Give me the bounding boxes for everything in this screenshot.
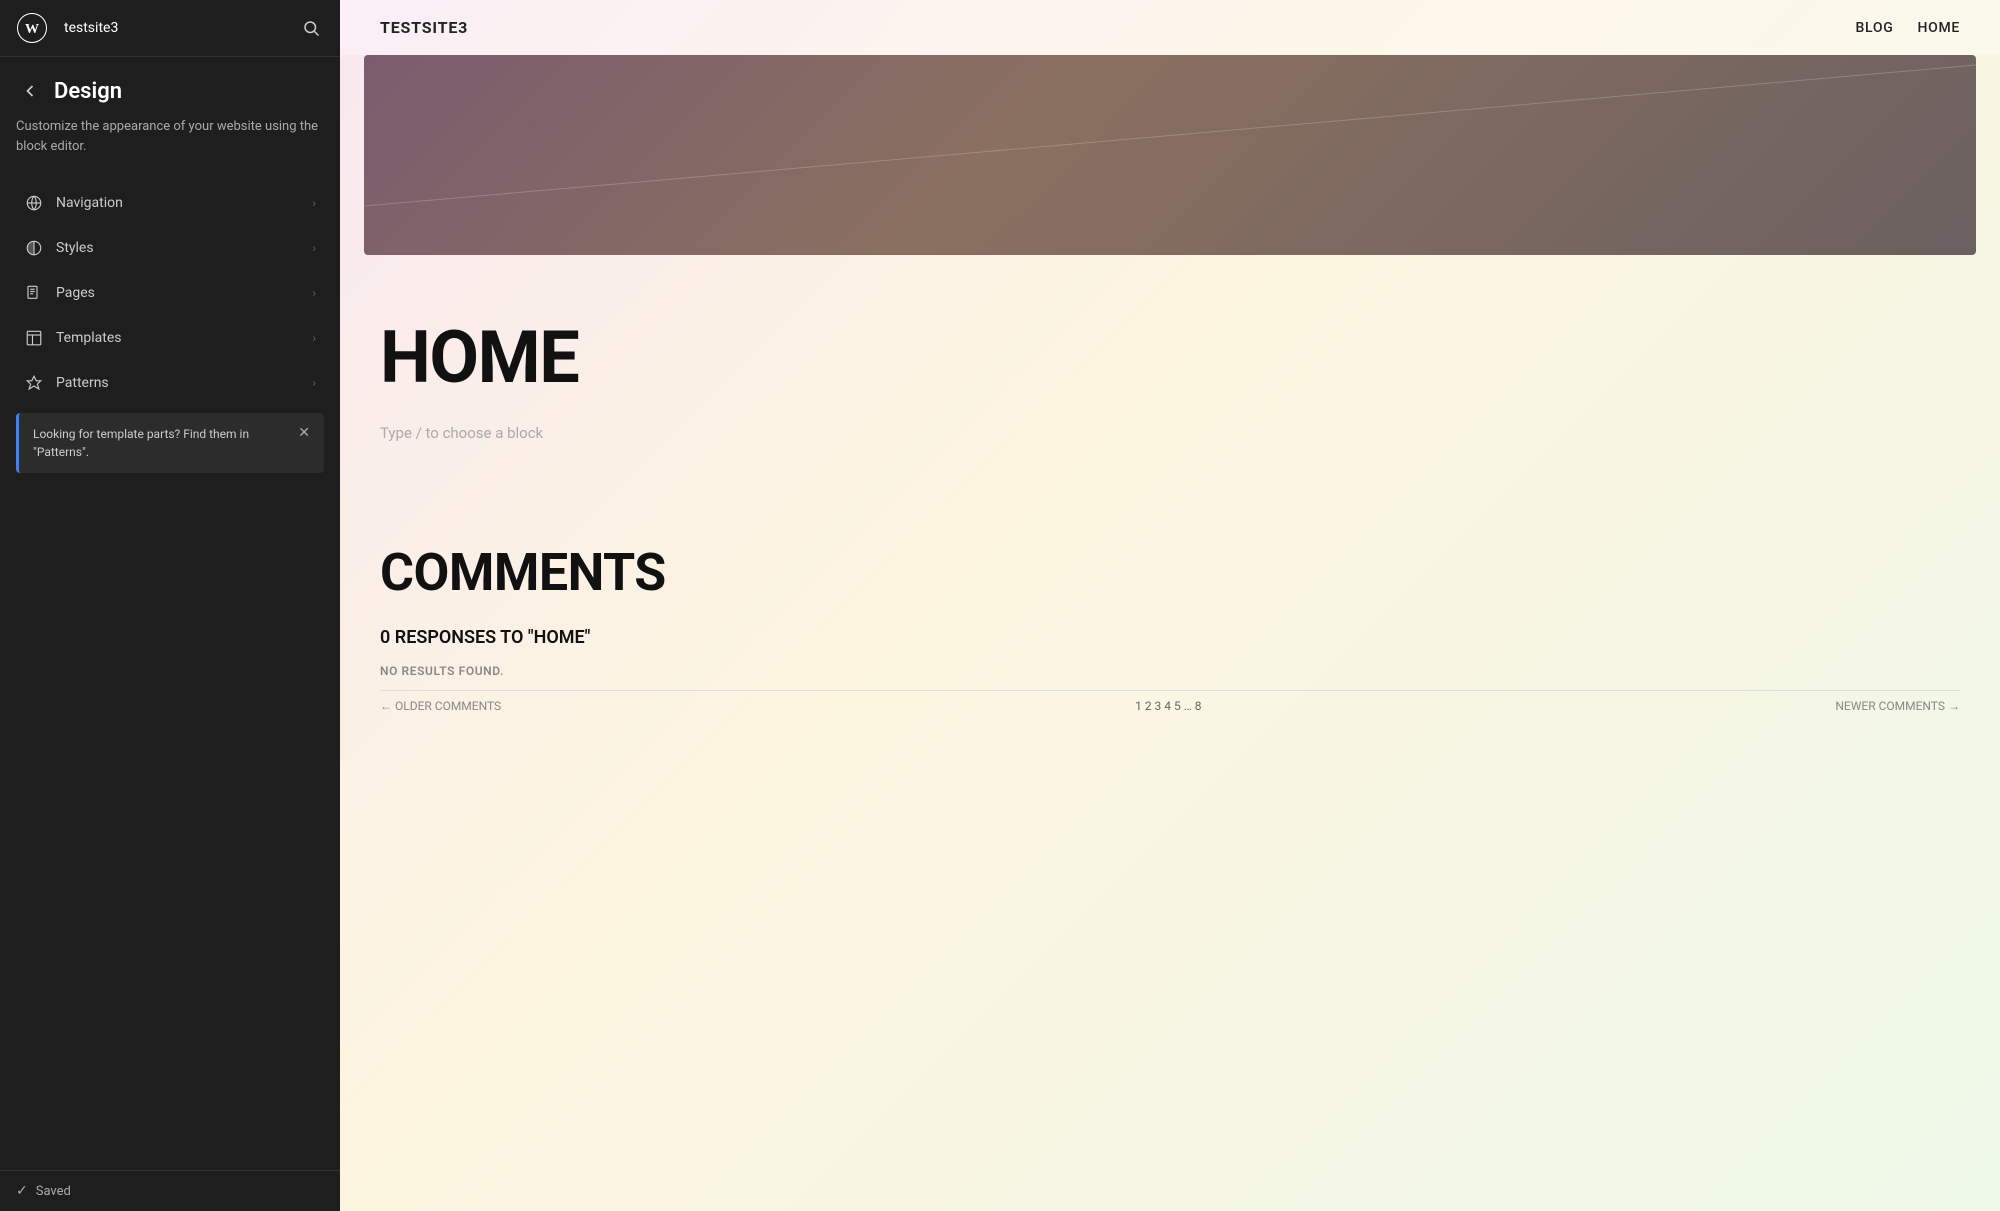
back-button[interactable] [16,77,44,105]
sidebar-item-label: Styles [56,240,94,256]
sidebar-item-label: Templates [56,330,122,346]
nav-link-home[interactable]: HOME [1917,20,1960,36]
pagination-bar: ← OLDER COMMENTS 1 2 3 4 5 … 8 NEWER COM… [380,690,1960,721]
site-nav: BLOG HOME [1856,20,1960,36]
responses-title: 0 RESPONSES TO "HOME" [380,627,1960,648]
chevron-right-icon: › [312,196,316,210]
search-button[interactable] [298,15,324,41]
newer-comments-link[interactable]: NEWER COMMENTS → [1835,699,1960,713]
templates-icon [24,328,44,348]
svg-text:W: W [25,22,39,37]
sidebar-item-label: Navigation [56,195,123,211]
sidebar-item-pages[interactable]: Pages › [8,271,332,315]
sidebar-nav: Navigation › Styles › [0,176,340,1170]
sidebar-footer: ✓ Saved [0,1170,340,1211]
site-logo: TESTSITE3 [380,18,468,37]
sidebar-title: Design [54,79,122,104]
pages-icon [24,283,44,303]
comments-section: COMMENTS 0 RESPONSES TO "HOME" NO RESULT… [340,542,2000,761]
sidebar-item-styles[interactable]: Styles › [8,226,332,270]
sidebar-item-templates[interactable]: Templates › [8,316,332,360]
chevron-right-icon: › [312,286,316,300]
styles-icon [24,238,44,258]
patterns-icon [24,373,44,393]
hero-image [364,55,1976,255]
comments-title: COMMENTS [380,542,1960,603]
block-placeholder: Type / to choose a block [380,424,1960,442]
sidebar-topbar: W testsite3 [0,0,340,57]
nav-link-blog[interactable]: BLOG [1856,20,1894,36]
chevron-right-icon: › [312,376,316,390]
info-banner: Looking for template parts? Find them in… [16,413,324,473]
page-content: HOME Type / to choose a block [340,255,2000,542]
saved-check-icon: ✓ [16,1183,28,1199]
pagination-numbers[interactable]: 1 2 3 4 5 … 8 [1135,699,1201,713]
back-icon [20,81,40,101]
sidebar-item-navigation[interactable]: Navigation › [8,181,332,225]
sidebar-item-label: Pages [56,285,95,301]
info-banner-text: Looking for template parts? Find them in… [33,425,290,461]
site-preview: TESTSITE3 BLOG HOME HOME Type / to choos… [340,0,2000,1211]
info-banner-close-button[interactable]: ✕ [298,425,310,439]
chevron-right-icon: › [312,331,316,345]
navigation-icon [24,193,44,213]
wordpress-logo-icon: W [16,12,48,44]
chevron-right-icon: › [312,241,316,255]
sidebar-header: Design [0,57,340,117]
saved-label: Saved [36,1184,71,1199]
site-header: TESTSITE3 BLOG HOME [340,0,2000,55]
sidebar-item-label: Patterns [56,375,109,391]
site-name-label: testsite3 [64,20,118,36]
sidebar-description: Customize the appearance of your website… [0,117,340,176]
older-comments-link[interactable]: ← OLDER COMMENTS [380,699,501,713]
search-icon [302,19,320,37]
page-title: HOME [380,315,1960,400]
sidebar-item-patterns[interactable]: Patterns › [8,361,332,405]
sidebar: W testsite3 Design Customize the appeara… [0,0,340,1211]
no-results-label: NO RESULTS FOUND. [380,664,1960,678]
